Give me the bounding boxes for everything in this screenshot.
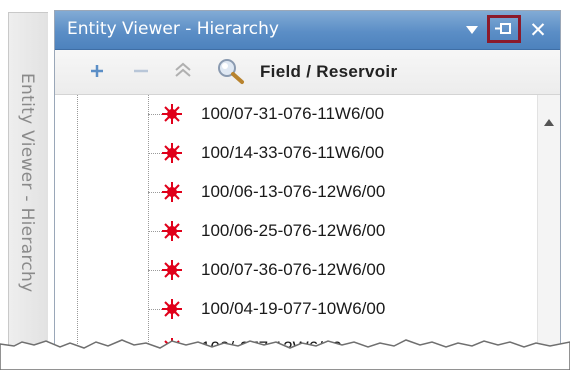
panel-toolbar: Field / Reservoir: [55, 50, 560, 95]
tree-item-well[interactable]: 100/07-36-076-12W6/00: [55, 253, 538, 287]
side-tab-entity-viewer[interactable]: Entity Viewer - Hierarchy: [8, 12, 48, 347]
scroll-up-arrow-icon[interactable]: [542, 115, 556, 129]
panel-title-bar[interactable]: Entity Viewer - Hierarchy ✕: [55, 11, 560, 50]
tree-item-well[interactable]: 100/07-31-076-11W6/00: [55, 97, 538, 131]
dropdown-icon[interactable]: [459, 11, 485, 49]
double-chevron-up-icon: [175, 62, 191, 77]
well-symbol-icon: [162, 104, 182, 124]
tree-item-well[interactable]: 100/14-33-076-11W6/00: [55, 136, 538, 170]
collapse-all-button[interactable]: [127, 56, 155, 86]
magnifier-icon: [218, 59, 244, 84]
toolbar-field-reservoir-label: Field / Reservoir: [260, 62, 398, 81]
side-tab-label: Entity Viewer - Hierarchy: [17, 73, 37, 293]
well-symbol-icon: [162, 260, 182, 280]
go-up-level-button[interactable]: [169, 56, 197, 86]
pin-button[interactable]: [487, 15, 521, 43]
well-symbol-icon: [162, 182, 182, 202]
expand-all-button[interactable]: [83, 56, 111, 86]
well-symbol-icon: [162, 299, 182, 319]
plus-icon: [91, 65, 103, 77]
torn-edge-decoration: [0, 339, 570, 370]
tree-scrollbar[interactable]: [537, 95, 560, 354]
tree-item-well[interactable]: 100/04-19-077-10W6/00: [55, 292, 538, 326]
tree-item-label: 100/07-31-076-11W6/00: [201, 104, 385, 123]
entity-viewer-panel: Entity Viewer - Hierarchy ✕ Field / Rese…: [54, 10, 561, 355]
tree-item-label: 100/06-25-076-12W6/00: [201, 221, 386, 240]
close-button[interactable]: ✕: [525, 11, 551, 49]
search-button[interactable]: [213, 56, 249, 86]
well-symbol-icon: [162, 221, 182, 241]
well-symbol-icon: [162, 143, 182, 163]
tree-item-label: 100/06-13-076-12W6/00: [201, 182, 386, 201]
tree-item-label: 100/04-19-077-10W6/00: [201, 299, 386, 318]
pin-icon: [495, 23, 511, 34]
panel-title: Entity Viewer - Hierarchy: [67, 19, 279, 39]
tree-item-well[interactable]: 100/06-13-076-12W6/00: [55, 175, 538, 209]
tree-item-label: 100/14-33-076-11W6/00: [201, 143, 385, 162]
tree-item-label: 100/07-36-076-12W6/00: [201, 260, 386, 279]
close-icon: ✕: [529, 18, 547, 42]
hierarchy-tree: 100/07-31-076-11W6/00 100/14-33-076-11W6…: [55, 95, 538, 354]
minus-icon: [134, 69, 148, 73]
tree-item-well[interactable]: 100/06-25-076-12W6/00: [55, 214, 538, 248]
